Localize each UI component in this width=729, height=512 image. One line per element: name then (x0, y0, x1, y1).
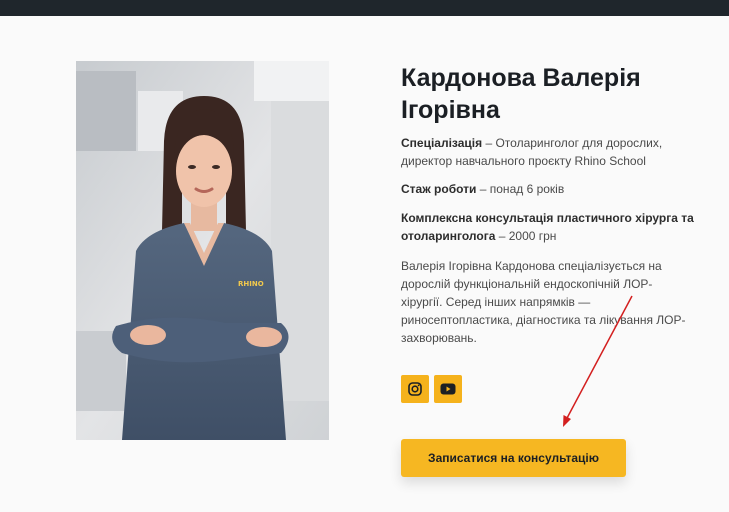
doctor-bio: Валерія Ігорівна Кардонова спеціалізуєть… (401, 257, 685, 347)
consultation-price-value: – 2000 грн (495, 229, 557, 243)
top-navigation-bar (0, 0, 729, 16)
doctor-name-line2: Ігорівна (401, 96, 500, 124)
bio-line: Валерія Ігорівна Кардонова спеціалізуєть… (401, 259, 662, 273)
youtube-link[interactable] (434, 375, 462, 403)
consultation-label-line2: отоларинголога (401, 229, 496, 243)
bio-line: риносептопластика, діагностика та лікува… (401, 313, 686, 327)
doctor-photo: RHINO (76, 61, 329, 440)
experience-value: – понад 6 років (476, 182, 565, 196)
consultation-price: Комплексна консультація пластичного хіру… (401, 209, 694, 245)
doctor-info: Кардонова Валерія Ігорівна Спеціалізація… (401, 62, 717, 345)
doctor-name-line1: Кардонова Валерія (401, 64, 641, 92)
doctor-name: Кардонова Валерія Ігорівна (401, 62, 717, 126)
specialization-line2: директор навчального проєкту Rhino Schoo… (401, 154, 646, 168)
specialization: Спеціалізація – Отоларинголог для доросл… (401, 134, 662, 170)
youtube-icon (440, 383, 456, 395)
bio-line: хірургії. Серед інших напрямків — (401, 295, 591, 309)
bio-line: дорослій функціональній ендоскопічній ЛО… (401, 277, 653, 291)
instagram-icon (408, 382, 422, 396)
specialization-line1: – Отоларинголог для дорослих, (482, 136, 663, 150)
specialization-label: Спеціалізація (401, 136, 483, 150)
svg-text:RHINO: RHINO (238, 280, 264, 288)
instagram-link[interactable] (401, 375, 429, 403)
experience-label: Стаж роботи (401, 182, 477, 196)
consultation-label-line1: Комплексна консультація пластичного хіру… (401, 211, 694, 225)
experience: Стаж роботи – понад 6 років (401, 180, 564, 198)
social-links (401, 375, 462, 403)
bio-line: захворювань. (401, 331, 477, 345)
book-consultation-button[interactable]: Записатися на консультацію (401, 439, 626, 477)
